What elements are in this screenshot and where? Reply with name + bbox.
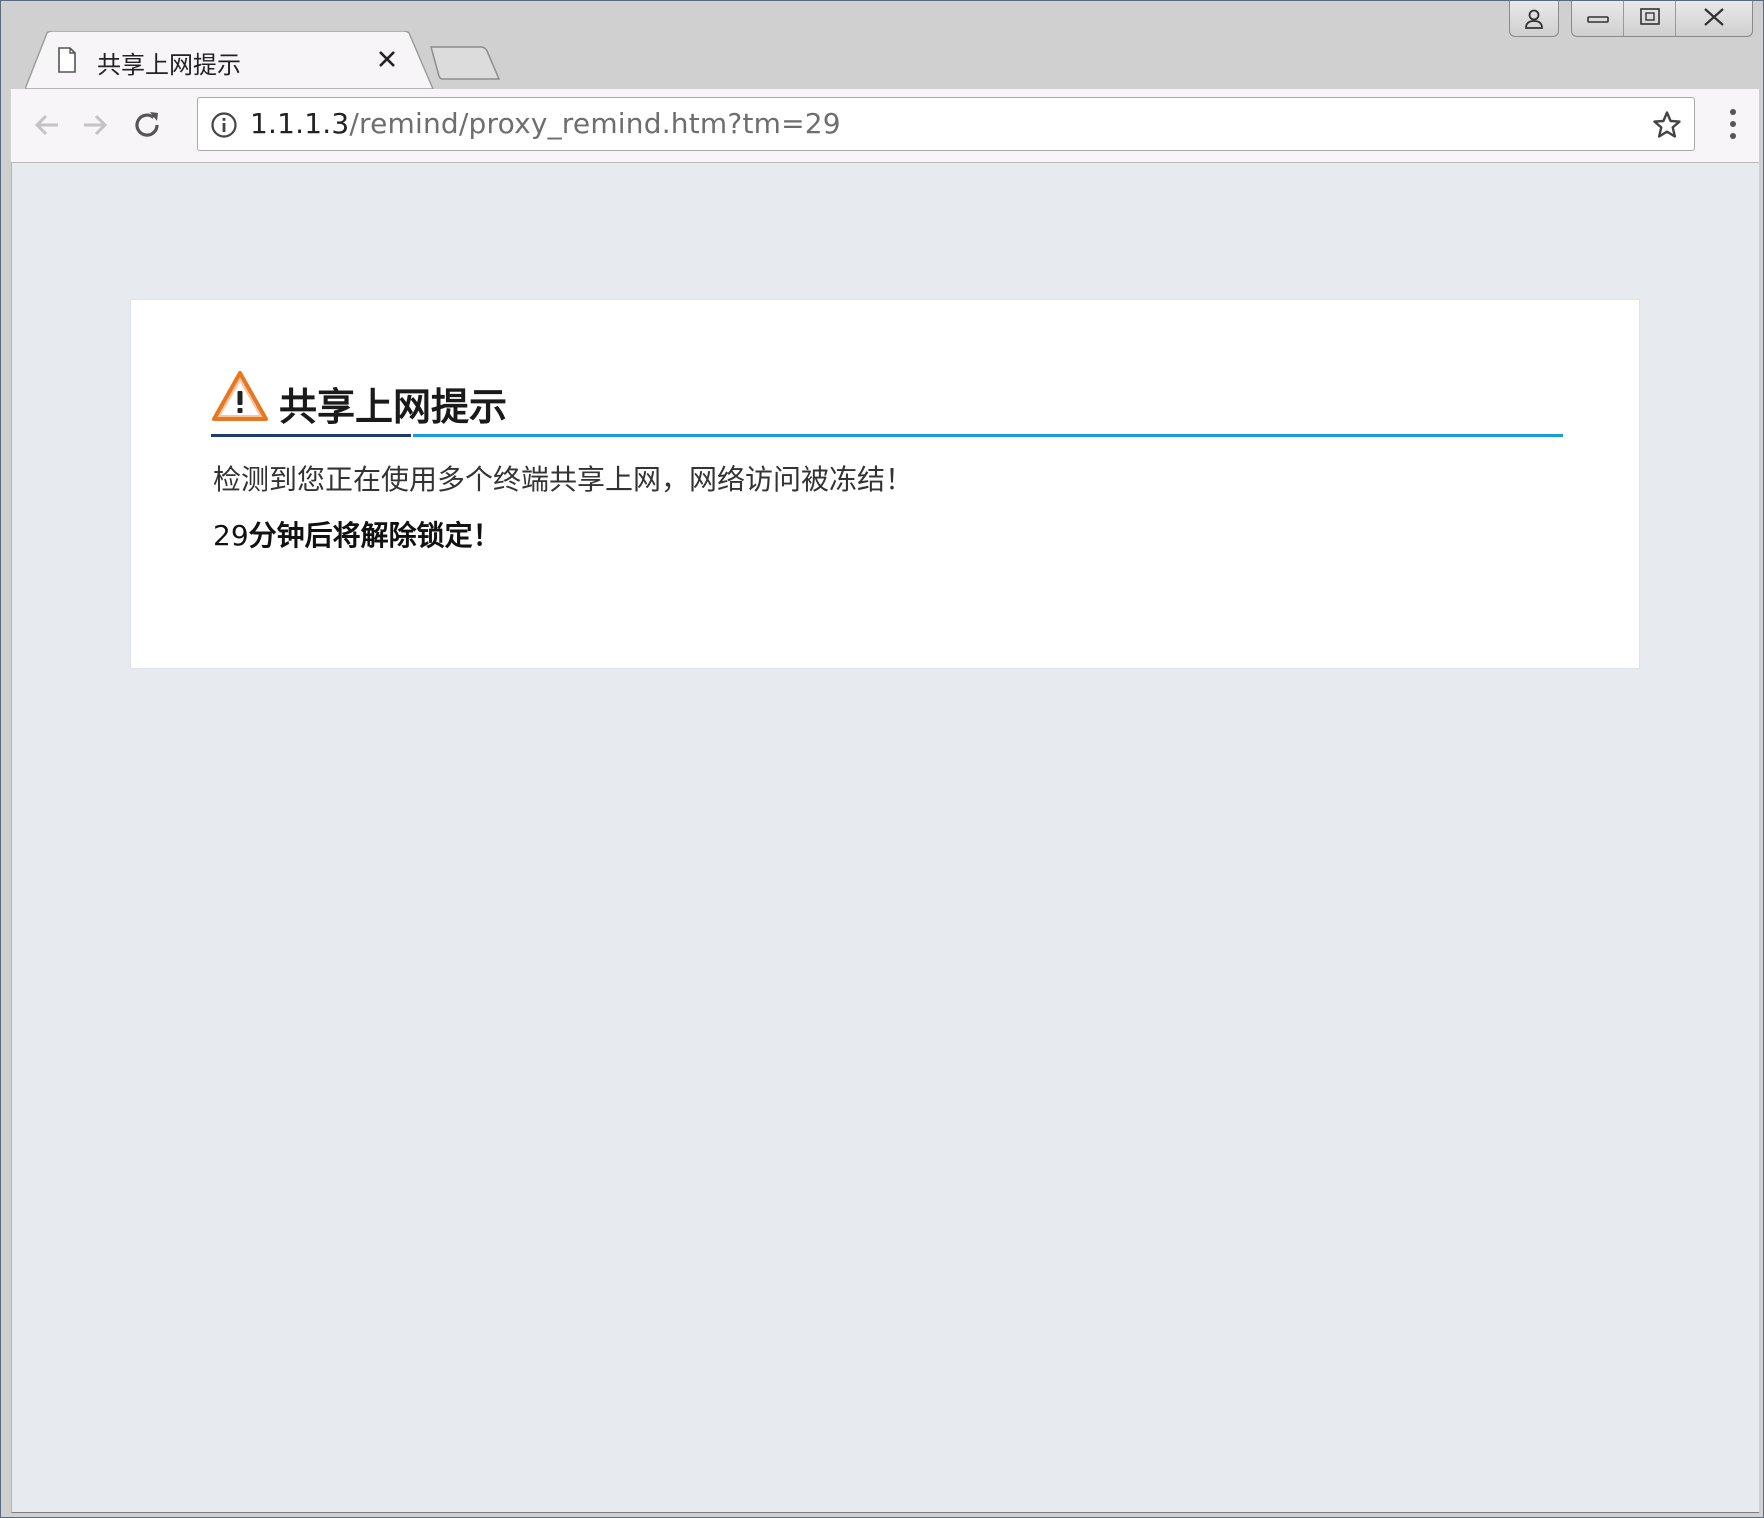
close-icon — [1701, 7, 1727, 31]
page-icon — [57, 47, 77, 77]
url-path: /remind/proxy_remind.htm?tm=29 — [349, 107, 841, 140]
back-button[interactable] — [29, 109, 65, 145]
window-close-button[interactable] — [1676, 1, 1752, 36]
new-tab-button[interactable] — [429, 45, 501, 85]
restore-button[interactable] — [1624, 1, 1676, 36]
tab-active[interactable]: 共享上网提示 — [25, 31, 435, 89]
notice-heading: 共享上网提示 — [279, 385, 508, 429]
notice-card: 共享上网提示 检测到您正在使用多个终端共享上网，网络访问被冻结！ 29分钟后将解… — [130, 299, 1640, 669]
browser-window: 共享上网提示 1.1.1.3/remind/proxy_remind.htm?t… — [0, 0, 1764, 1518]
info-icon[interactable] — [210, 111, 238, 143]
notice-message: 检测到您正在使用多个终端共享上网，网络访问被冻结！ — [213, 463, 914, 496]
countdown-text: 分钟后将解除锁定！ — [248, 519, 501, 552]
url-text[interactable]: 1.1.1.3/remind/proxy_remind.htm?tm=29 — [250, 107, 841, 140]
warning-icon — [211, 370, 269, 426]
tab-close-icon[interactable] — [377, 49, 397, 73]
arrow-right-icon — [80, 110, 110, 144]
browser-toolbar: 1.1.1.3/remind/proxy_remind.htm?tm=29 — [11, 89, 1759, 163]
minimize-button[interactable] — [1572, 1, 1624, 36]
heading-underline-accent — [211, 434, 411, 437]
reload-icon — [131, 109, 163, 145]
person-icon — [1510, 1, 1558, 36]
forward-button[interactable] — [77, 109, 113, 145]
star-icon[interactable] — [1652, 110, 1682, 144]
profile-button[interactable] — [1509, 1, 1559, 37]
reload-button[interactable] — [129, 109, 165, 145]
countdown-minutes: 29 — [213, 519, 249, 552]
arrow-left-icon — [32, 110, 62, 144]
url-host: 1.1.1.3 — [250, 107, 350, 140]
tab-title: 共享上网提示 — [97, 51, 241, 79]
address-bar[interactable]: 1.1.1.3/remind/proxy_remind.htm?tm=29 — [197, 97, 1695, 151]
minimize-icon — [1586, 9, 1610, 28]
unlock-countdown: 29分钟后将解除锁定！ — [213, 514, 501, 554]
heading-divider — [413, 434, 1563, 437]
kebab-menu-icon[interactable] — [1727, 107, 1739, 145]
window-controls — [1571, 1, 1753, 37]
restore-icon — [1638, 7, 1662, 31]
page-content: 共享上网提示 检测到您正在使用多个终端共享上网，网络访问被冻结！ 29分钟后将解… — [11, 163, 1759, 1513]
